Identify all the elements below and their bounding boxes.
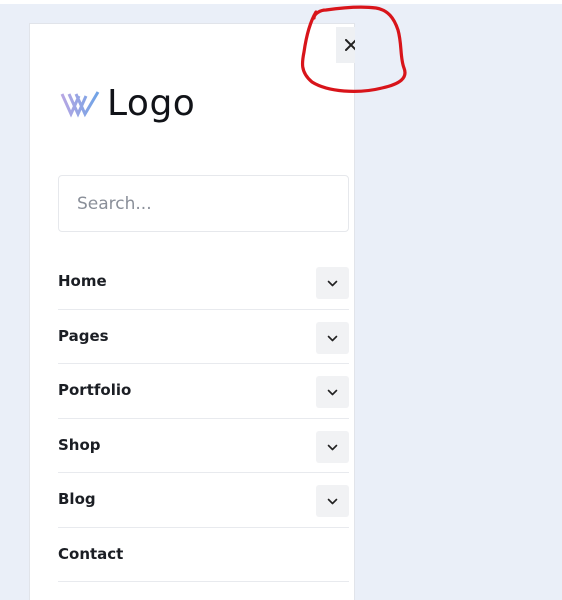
nav-item-home[interactable]: Home — [58, 255, 349, 310]
chevron-down-icon — [327, 280, 338, 287]
chevron-down-icon — [327, 335, 338, 341]
nav-item-blog[interactable]: Blog — [58, 473, 349, 528]
nav-item-label[interactable]: Shop — [58, 436, 101, 454]
nav-item-label[interactable]: Blog — [58, 490, 96, 508]
close-icon — [345, 39, 355, 51]
chevron-down-icon — [327, 389, 338, 396]
chevron-down-icon — [327, 498, 338, 505]
main-navigation: Home Pages Portfolio Shop Blog Contact — [58, 255, 349, 582]
submenu-toggle-button[interactable] — [316, 485, 349, 517]
logo-text: Logo — [107, 83, 196, 124]
nav-item-label[interactable]: Pages — [58, 327, 109, 345]
submenu-toggle-button[interactable] — [316, 376, 349, 408]
close-menu-button[interactable] — [336, 27, 355, 63]
logo-mark-icon — [60, 91, 100, 118]
search-input[interactable] — [58, 175, 349, 232]
nav-item-label[interactable]: Portfolio — [58, 381, 131, 399]
submenu-toggle-button[interactable] — [316, 321, 349, 354]
site-logo[interactable]: Logo — [60, 82, 195, 126]
nav-item-shop[interactable]: Shop — [58, 419, 349, 473]
nav-item-portfolio[interactable]: Portfolio — [58, 364, 349, 419]
nav-item-label[interactable]: Home — [58, 272, 107, 290]
submenu-toggle-button[interactable] — [316, 430, 349, 463]
chevron-down-icon — [327, 444, 338, 450]
nav-item-contact[interactable]: Contact — [58, 528, 349, 582]
nav-item-label[interactable]: Contact — [58, 545, 123, 563]
nav-item-pages[interactable]: Pages — [58, 310, 349, 364]
submenu-toggle-button[interactable] — [316, 267, 349, 299]
